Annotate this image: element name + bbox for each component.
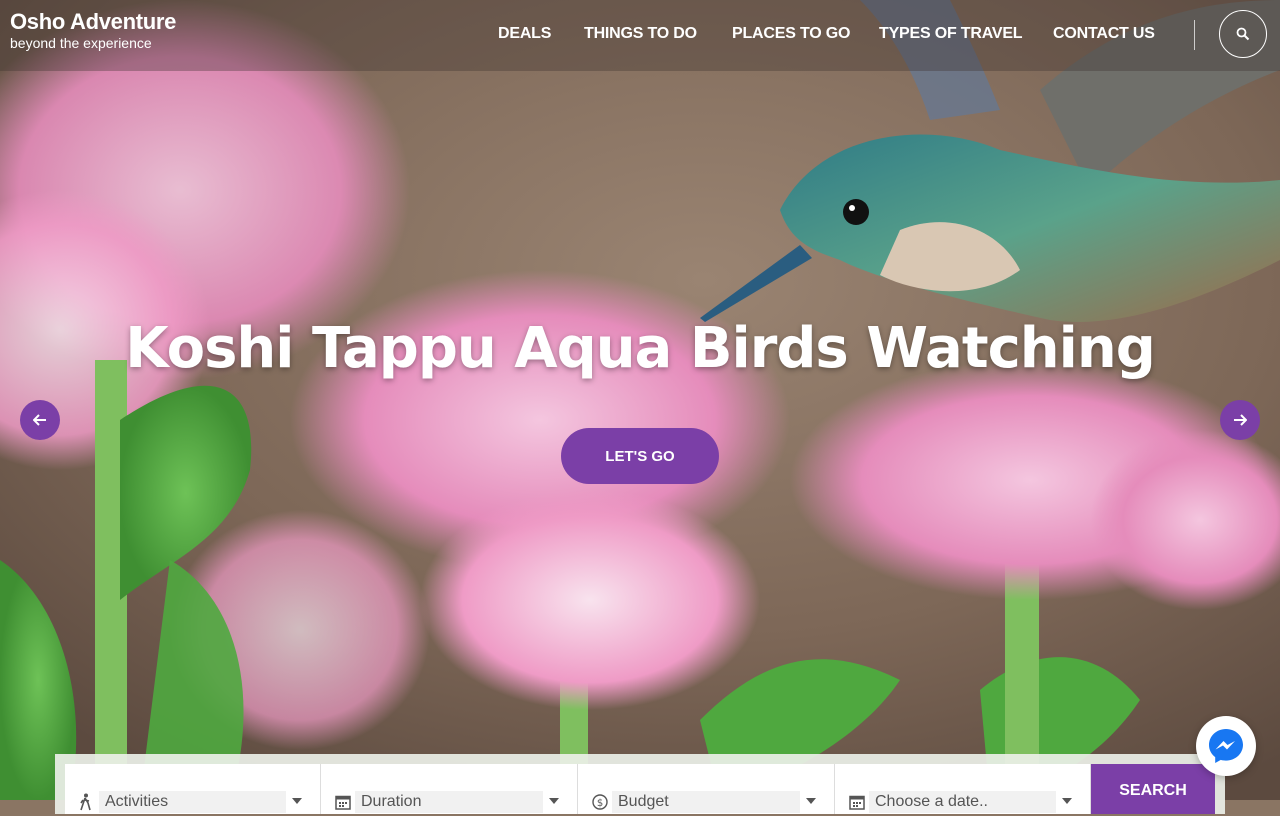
nav-item-types-of-travel[interactable]: TYPES OF TRAVEL: [879, 25, 1023, 43]
duration-value: Duration: [355, 791, 543, 813]
hero-title: Koshi Tappu Aqua Birds Watching: [125, 316, 1156, 381]
nav-item-contact-us[interactable]: CONTACT US: [1053, 25, 1155, 43]
search-submit-button[interactable]: SEARCH: [1091, 764, 1215, 814]
arrow-right-icon: [1234, 414, 1247, 426]
budget-value: Budget: [612, 791, 800, 813]
nav-item-places-to-go[interactable]: PLACES TO GO: [732, 25, 850, 43]
slider-next-button[interactable]: [1220, 400, 1260, 440]
date-placeholder: Choose a date..: [869, 791, 1056, 813]
activities-value: Activities: [99, 791, 286, 813]
calendar-icon: [335, 795, 351, 810]
hero-background-image: [0, 0, 1280, 800]
trip-search-form: Activities Duration $ Budget Choose a da…: [55, 754, 1225, 814]
budget-select[interactable]: $ Budget: [578, 764, 835, 814]
brand-name: Osho Adventure: [10, 9, 177, 34]
dollar-icon: $: [592, 794, 608, 810]
arrow-left-icon: [33, 414, 46, 426]
slider-prev-button[interactable]: [20, 400, 60, 440]
chevron-down-icon: [549, 798, 559, 804]
chevron-down-icon: [292, 798, 302, 804]
messenger-chat-button[interactable]: [1196, 716, 1256, 776]
nav-item-things-to-do[interactable]: THINGS TO DO: [584, 25, 697, 43]
duration-select[interactable]: Duration: [321, 764, 578, 814]
chevron-down-icon: [806, 798, 816, 804]
lets-go-button[interactable]: LET'S GO: [561, 428, 719, 484]
search-button-label: SEARCH: [1119, 782, 1187, 799]
search-icon: [1236, 27, 1250, 41]
header-search-button[interactable]: [1219, 10, 1267, 58]
calendar-icon: [849, 795, 865, 810]
hiker-icon: [80, 793, 91, 811]
site-logo[interactable]: Osho Adventure beyond the experience: [10, 9, 176, 51]
chevron-down-icon: [1062, 798, 1072, 804]
brand-tagline: beyond the experience: [10, 35, 152, 51]
nav-item-deals[interactable]: DEALS: [498, 25, 551, 43]
date-picker-field[interactable]: Choose a date..: [835, 764, 1091, 814]
messenger-icon: [1209, 729, 1243, 763]
activities-select[interactable]: Activities: [65, 764, 321, 814]
nav-divider: [1194, 20, 1195, 50]
top-navigation-bar: Osho Adventure beyond the experience DEA…: [0, 0, 1280, 71]
hero-slider: [0, 0, 1280, 800]
